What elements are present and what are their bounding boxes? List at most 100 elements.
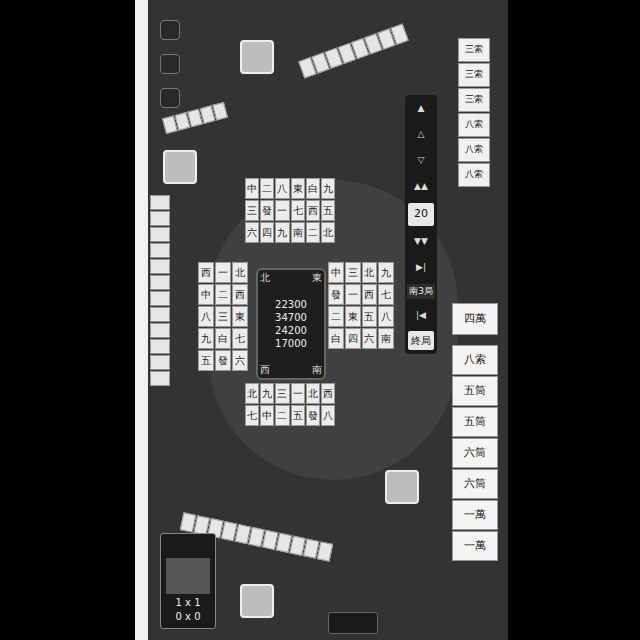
- wall-tile: [150, 339, 170, 354]
- record-image: [166, 558, 210, 594]
- discard-pile: 中二八東白九三發一七西五六四九南二北: [245, 178, 335, 243]
- discard-tile: 白: [306, 178, 320, 199]
- star-icon[interactable]: [160, 88, 180, 108]
- wall-tile: [150, 291, 170, 306]
- drawn-tile[interactable]: 四萬: [452, 303, 498, 335]
- discard-tile: 七: [245, 405, 259, 426]
- hand-tile[interactable]: 五筒: [452, 376, 498, 406]
- discard-tile: 六: [362, 328, 378, 349]
- meld-tile: 八索: [458, 163, 490, 187]
- discard-pile: 中三北九發一西七二東五八白四六南: [328, 262, 394, 349]
- player-score: 24200: [275, 325, 307, 337]
- wall-tile: [150, 355, 170, 370]
- discard-tile: 中: [198, 284, 214, 305]
- discard-tile: 二: [306, 222, 320, 243]
- hand-tile[interactable]: 一萬: [452, 531, 498, 561]
- control-button[interactable]: ▲: [409, 99, 433, 119]
- game-board: 中二八東白九三發一七西五六四九南二北西一北中二西八三東九白七五發六中三北九發一西…: [148, 0, 508, 640]
- control-button[interactable]: △: [409, 125, 433, 145]
- player-avatar[interactable]: [240, 584, 274, 618]
- turn-counter: 20: [408, 203, 434, 226]
- hand-tile[interactable]: 六筒: [452, 438, 498, 468]
- seat-wind: 東: [312, 273, 322, 283]
- discard-tile: 三: [345, 262, 361, 283]
- edge-strip: [135, 0, 148, 640]
- discard-tile: 北: [306, 383, 320, 404]
- discard-tile: 八: [275, 178, 289, 199]
- hand-tile[interactable]: 五筒: [452, 407, 498, 437]
- control-button[interactable]: ▲▲: [409, 177, 433, 197]
- discard-tile: 四: [345, 328, 361, 349]
- discard-tile: 八: [198, 306, 214, 327]
- discard-tile: 中: [260, 405, 274, 426]
- discard-tile: 西: [362, 284, 378, 305]
- discard-tile: 一: [275, 200, 289, 221]
- menu-icons: [160, 20, 180, 108]
- discard-tile: 一: [291, 383, 305, 404]
- discard-tile: 南: [378, 328, 394, 349]
- discard-tile: 九: [321, 178, 335, 199]
- hand: 八索五筒五筒六筒六筒一萬一萬: [452, 345, 498, 561]
- discard-tile: 東: [345, 306, 361, 327]
- replay-controls: ▲ △ ▽ ▲▲ 20 ▼▼ ▶| 南3局 |◀ 終局: [405, 95, 437, 354]
- discard-tile: 二: [275, 405, 289, 426]
- discard-tile: 西: [198, 262, 214, 283]
- exit-icon[interactable]: [160, 20, 180, 40]
- discard-tile: 白: [328, 328, 344, 349]
- end-button[interactable]: 終局: [408, 331, 434, 350]
- discard-tile: 九: [260, 383, 274, 404]
- control-button[interactable]: |◀: [409, 305, 433, 325]
- scores: 22300347002420017000: [275, 299, 307, 350]
- wall-tile: [150, 371, 170, 386]
- discard-tile: 七: [291, 200, 305, 221]
- seat-wind: 南: [312, 365, 322, 375]
- player-score: 17000: [275, 338, 307, 350]
- discard-tile: 七: [378, 284, 394, 305]
- wall-tile: [150, 323, 170, 338]
- discard-pile: 北九三一北西七中二五發八: [245, 383, 335, 426]
- discard-tile: 中: [245, 178, 259, 199]
- hand-tile[interactable]: 六筒: [452, 469, 498, 499]
- discard-tile: 三: [275, 383, 289, 404]
- discard-tile: 東: [232, 306, 248, 327]
- discard-tile: 中: [328, 262, 344, 283]
- discard-tile: 發: [215, 350, 231, 371]
- meld-tile: 八索: [458, 113, 490, 137]
- discard-tile: 五: [362, 306, 378, 327]
- discard-tile: 八: [378, 306, 394, 327]
- discard-tile: 北: [245, 383, 259, 404]
- wrench-icon[interactable]: [328, 612, 378, 634]
- discard-tile: 九: [275, 222, 289, 243]
- meld-tile: 三索: [458, 63, 490, 87]
- score-panel: 北東22300347002420017000西南: [256, 268, 326, 380]
- control-button[interactable]: ▽: [409, 151, 433, 171]
- discard-tile: 三: [215, 306, 231, 327]
- discard-tile: 六: [232, 350, 248, 371]
- control-button[interactable]: ▼▼: [409, 232, 433, 252]
- discard-tile: 四: [260, 222, 274, 243]
- discard-tile: 三: [245, 200, 259, 221]
- screen: 中二八東白九三發一七西五六四九南二北西一北中二西八三東九白七五發六中三北九發一西…: [0, 0, 640, 640]
- discard-pile: 西一北中二西八三東九白七五發六: [198, 262, 248, 371]
- discard-tile: 西: [232, 284, 248, 305]
- wall-tile: [317, 541, 333, 561]
- round-label: 南3局: [407, 284, 435, 300]
- control-button[interactable]: ▶|: [409, 258, 433, 278]
- player-avatar[interactable]: [385, 470, 419, 504]
- player-avatar[interactable]: [240, 40, 274, 74]
- player-score: 22300: [275, 299, 307, 311]
- player-score: 34700: [275, 312, 307, 324]
- discard-tile: 西: [306, 200, 320, 221]
- discard-tile: 東: [291, 178, 305, 199]
- discard-tile: 白: [215, 328, 231, 349]
- hand-tile[interactable]: 一萬: [452, 500, 498, 530]
- discard-tile: 西: [321, 383, 335, 404]
- player-avatar[interactable]: [163, 150, 197, 184]
- gear-icon[interactable]: [160, 54, 180, 74]
- discard-tile: 七: [232, 328, 248, 349]
- discard-tile: 二: [260, 178, 274, 199]
- discard-tile: 二: [215, 284, 231, 305]
- seat-wind: 北: [260, 273, 270, 283]
- discard-tile: 一: [345, 284, 361, 305]
- hand-tile[interactable]: 八索: [452, 345, 498, 375]
